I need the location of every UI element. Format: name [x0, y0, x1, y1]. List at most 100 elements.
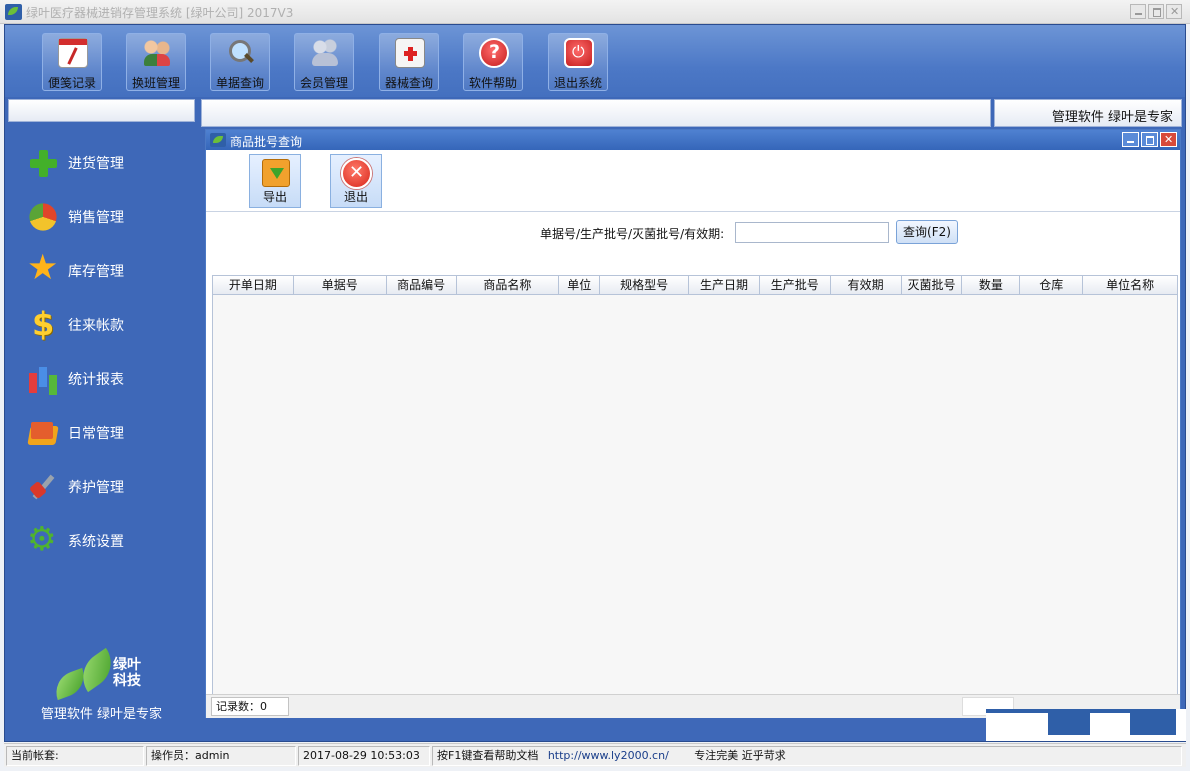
exit-system-label: 退出系统: [553, 76, 602, 90]
star-icon: [27, 248, 59, 288]
column-header[interactable]: 规格型号: [600, 276, 690, 295]
exit-system-button[interactable]: 退出系统: [548, 33, 608, 91]
window-title: 绿叶医疗器械进销存管理系统 [绿叶公司] 2017V3: [26, 6, 294, 20]
device-query-button[interactable]: 器械查询: [379, 33, 439, 91]
fragment-block: [1048, 713, 1090, 735]
exit-button[interactable]: 退出: [330, 154, 382, 208]
child-window-controls: [1122, 132, 1177, 147]
export-button-label: 导出: [262, 190, 287, 204]
column-header[interactable]: 仓库: [1020, 276, 1084, 295]
sidebar-slogan: 管理软件 绿叶是专家: [40, 707, 163, 722]
sidebar-item-label: 系统设置: [68, 534, 124, 550]
batch-query-window: 商品批号查询 导出 退出 单据号/生产批号/灭菌批号/有效期: 查询(F2): [205, 129, 1181, 718]
logo-text-line-2: 科技: [113, 673, 141, 689]
sidebar-item-accounts[interactable]: 往来帐款: [27, 305, 187, 343]
logo-text-line-1: 绿叶: [113, 657, 141, 673]
logo-text: 绿叶 科技: [113, 657, 141, 689]
batch-grid[interactable]: 开单日期 单据号 商品编号 商品名称 单位 规格型号 生产日期 生产批号 有效期…: [212, 275, 1178, 696]
notes-button[interactable]: 便笺记录: [42, 33, 102, 91]
notes-button-label: 便笺记录: [47, 76, 96, 90]
close-circle-icon: [341, 158, 372, 189]
app-leaf-icon: [5, 4, 22, 20]
record-count: 记录数：0: [211, 697, 289, 716]
sidebar-item-purchase[interactable]: 进货管理: [27, 146, 187, 180]
column-header[interactable]: 有效期: [831, 276, 902, 295]
column-header[interactable]: 商品名称: [457, 276, 560, 295]
note-icon: [58, 38, 88, 68]
sidebar-item-inventory[interactable]: 库存管理: [27, 248, 187, 288]
status-datetime: 2017-08-29 10:53:03: [298, 746, 430, 766]
member-icon: [310, 38, 340, 68]
column-header[interactable]: 灭菌批号: [902, 276, 963, 295]
content-header: [201, 99, 991, 127]
query-button[interactable]: 查询(F2): [896, 220, 958, 244]
export-button[interactable]: 导出: [249, 154, 301, 208]
column-header[interactable]: 生产批号: [760, 276, 831, 295]
sidebar-item-sales[interactable]: 销售管理: [27, 200, 187, 234]
column-header[interactable]: 商品编号: [387, 276, 457, 295]
sidebar-item-settings[interactable]: 系统设置: [27, 519, 187, 558]
device-query-label: 器械查询: [384, 76, 433, 90]
sidebar-item-daily[interactable]: 日常管理: [27, 416, 187, 450]
status-operator: 操作员：admin: [146, 746, 296, 766]
help-button-label: 软件帮助: [468, 76, 517, 90]
shift-management-button[interactable]: 换班管理: [126, 33, 186, 91]
minimize-icon[interactable]: [1122, 132, 1139, 147]
minimize-icon[interactable]: [1130, 4, 1146, 19]
sidebar-item-label: 库存管理: [68, 264, 124, 280]
column-header[interactable]: 生产日期: [689, 276, 760, 295]
column-header[interactable]: 数量: [962, 276, 1021, 295]
child-title-bar: 商品批号查询: [206, 130, 1180, 150]
sidebar-item-label: 统计报表: [68, 372, 124, 388]
website-link[interactable]: http://www.ly2000.cn/: [548, 749, 669, 762]
column-header[interactable]: 单位名称: [1083, 276, 1177, 295]
app-leaf-icon: [210, 133, 226, 147]
filter-label: 单据号/生产批号/灭菌批号/有效期:: [540, 227, 725, 241]
close-icon[interactable]: [1166, 4, 1182, 19]
tools-icon: [27, 471, 59, 503]
child-toolbar: 导出 退出: [206, 150, 1180, 212]
maximize-icon[interactable]: [1148, 4, 1164, 19]
sidebar-item-maintenance[interactable]: 养护管理: [27, 470, 187, 504]
header-slogan: 管理软件 绿叶是专家: [1051, 110, 1173, 125]
plus-icon: [27, 147, 59, 179]
device-icon: [395, 38, 425, 68]
folder-icon: [27, 417, 59, 449]
column-header[interactable]: 单据号: [294, 276, 387, 295]
filter-input[interactable]: [735, 222, 889, 243]
sidebar-item-label: 往来帐款: [68, 318, 124, 334]
status-motto: 专注完美 近乎苛求: [694, 749, 786, 762]
close-icon[interactable]: [1160, 132, 1177, 147]
sidebar: 进货管理 销售管理 库存管理 往来帐款 统计报表 日常管理 养护管理 系统设置: [5, 97, 198, 741]
window-title-bar: 绿叶医疗器械进销存管理系统 [绿叶公司] 2017V3: [0, 0, 1190, 24]
sidebar-header: [8, 99, 195, 122]
software-help-button[interactable]: 软件帮助: [463, 33, 523, 91]
column-header[interactable]: 单位: [559, 276, 601, 295]
sidebar-item-reports[interactable]: 统计报表: [27, 362, 187, 396]
company-logo: 绿叶 科技: [49, 647, 159, 701]
child-window-title: 商品批号查询: [230, 135, 303, 149]
power-icon: [564, 38, 594, 68]
sidebar-item-label: 销售管理: [68, 210, 124, 226]
taskbar-fragment: [986, 709, 1186, 741]
sidebar-item-label: 日常管理: [68, 426, 124, 442]
dollar-icon: [27, 305, 59, 343]
fragment-block: [1130, 713, 1176, 735]
maximize-icon[interactable]: [1141, 132, 1158, 147]
exit-button-label: 退出: [343, 190, 368, 204]
shift-button-label: 换班管理: [131, 76, 180, 90]
document-query-button[interactable]: 单据查询: [210, 33, 270, 91]
status-help-text: 按F1键查看帮助文档: [437, 749, 539, 762]
grid-header: 开单日期 单据号 商品编号 商品名称 单位 规格型号 生产日期 生产批号 有效期…: [213, 276, 1177, 295]
window-controls: [1130, 4, 1182, 19]
search-icon: [226, 38, 256, 68]
main-frame: 便笺记录 换班管理 单据查询 会员管理 器械查询 软件帮助 退出系统: [4, 24, 1186, 742]
bar-chart-icon: [27, 363, 59, 395]
column-header[interactable]: 开单日期: [213, 276, 294, 295]
member-management-button[interactable]: 会员管理: [294, 33, 354, 91]
sidebar-item-label: 进货管理: [68, 156, 124, 172]
member-button-label: 会员管理: [299, 76, 348, 90]
gear-icon: [27, 519, 59, 558]
status-help: 按F1键查看帮助文档 http://www.ly2000.cn/ 专注完美 近乎…: [432, 746, 1182, 766]
header-slogan-panel: 管理软件 绿叶是专家: [994, 99, 1182, 127]
